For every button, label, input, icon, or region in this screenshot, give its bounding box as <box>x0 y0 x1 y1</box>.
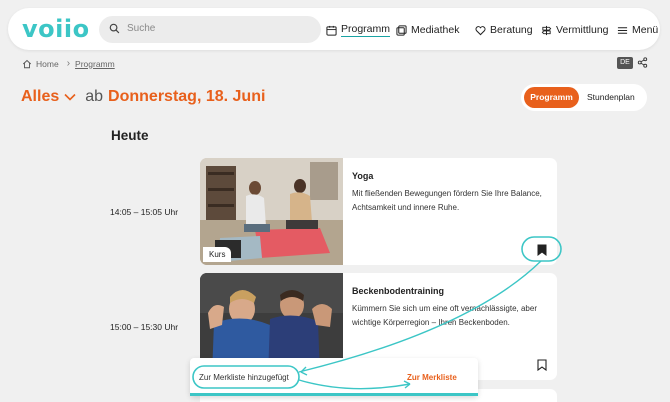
search-icon <box>109 23 120 34</box>
event-time: 15:00 – 15:30 Uhr <box>110 322 179 332</box>
toast-message: Zur Merkliste hinzugefügt <box>199 373 289 382</box>
home-icon <box>22 59 32 68</box>
event-title: Beckenbodentraining <box>352 286 445 296</box>
event-description: Kümmern Sie sich um eine oft vernachläss… <box>352 304 537 327</box>
date-picker[interactable]: Donnerstag, 18. Juni <box>108 88 265 106</box>
nav-label: Menü <box>632 24 659 36</box>
nav-item-menu[interactable]: Menü <box>617 22 658 38</box>
breadcrumb-current[interactable]: Programm <box>75 59 115 69</box>
nav-item-mediathek[interactable]: Mediathek <box>396 22 459 38</box>
nav-label: Programm <box>341 23 391 37</box>
event-title: Yoga <box>352 171 374 181</box>
breadcrumb: Home › Programm <box>22 58 115 69</box>
language-switch[interactable]: DE <box>617 57 633 69</box>
nav-label: Vermittlung <box>556 24 609 36</box>
event-card-yoga[interactable]: Kurs Yoga Mit fließenden Bewegungen förd… <box>200 158 557 265</box>
share-icon[interactable] <box>637 57 648 68</box>
bookmark-filled-icon[interactable] <box>537 244 547 256</box>
media-icon <box>396 24 407 36</box>
toast-progress-bar <box>190 393 478 396</box>
date-prefix: ab <box>85 88 104 105</box>
signpost-icon <box>541 25 552 35</box>
voiio-logo[interactable]: voiio <box>22 15 90 43</box>
calendar-icon <box>326 25 337 36</box>
top-navigation-bar: voiio Suche Programm Mediathek Beratung … <box>8 8 660 50</box>
nav-item-programm[interactable]: Programm <box>326 22 391 38</box>
tab-programm[interactable]: Programm <box>524 87 579 108</box>
search-input[interactable]: Suche <box>99 16 321 43</box>
nav-label: Mediathek <box>411 24 460 36</box>
chevron-down-icon[interactable] <box>63 92 77 102</box>
nav-label: Beratung <box>490 24 533 36</box>
chevron-right-icon: › <box>66 58 71 69</box>
nav-item-vermittlung[interactable]: Vermittlung <box>541 22 609 38</box>
section-title: Heute <box>111 128 149 143</box>
heart-hands-icon <box>475 25 486 35</box>
bookmark-toast: Zur Merkliste hinzugefügt Zur Merkliste <box>190 358 478 396</box>
date-filter: Alles ab Donnerstag, 18. Juni <box>21 88 265 106</box>
bookmark-outline-icon[interactable] <box>537 359 547 371</box>
view-toggle: Programm Stundenplan <box>521 84 647 111</box>
event-description: Mit fließenden Bewegungen fördern Sie Ih… <box>352 189 542 212</box>
event-time: 14:05 – 15:05 Uhr <box>110 207 179 217</box>
search-placeholder: Suche <box>127 23 156 34</box>
hamburger-icon <box>617 26 628 34</box>
nav-item-beratung[interactable]: Beratung <box>475 22 533 38</box>
breadcrumb-home[interactable]: Home <box>36 59 59 69</box>
tab-stundenplan[interactable]: Stundenplan <box>587 87 635 108</box>
event-type-badge: Kurs <box>203 247 232 262</box>
toast-merkliste-link[interactable]: Zur Merkliste <box>407 373 457 382</box>
category-dropdown[interactable]: Alles <box>21 88 59 106</box>
